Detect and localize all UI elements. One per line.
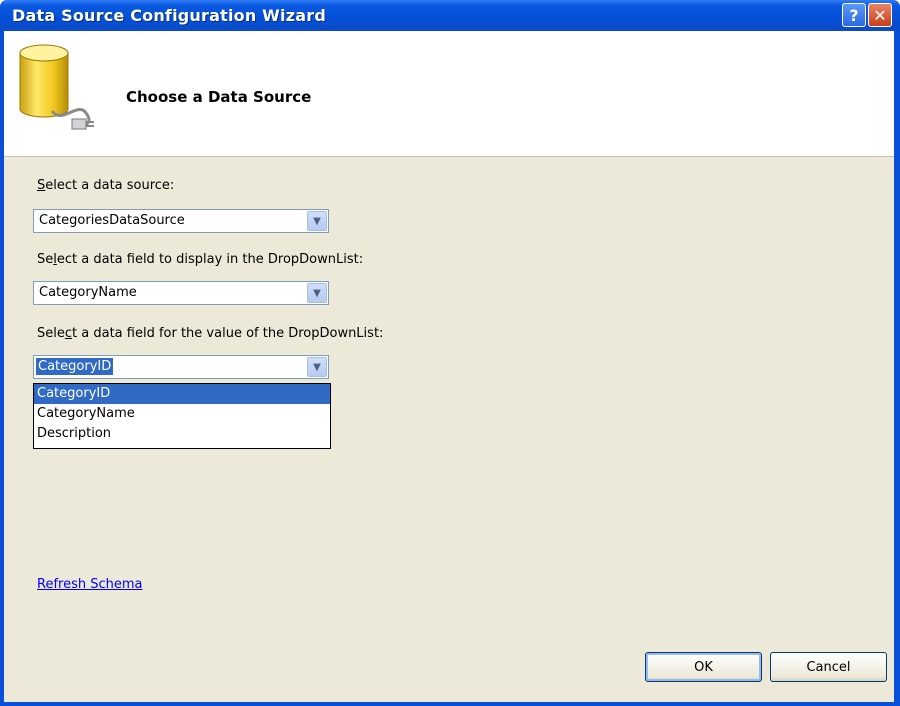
database-icon [19, 44, 94, 130]
question-mark-icon: ? [849, 5, 859, 25]
list-item[interactable]: Description [34, 424, 330, 444]
data-source-select[interactable]: CategoriesDataSource ▼ [33, 209, 329, 233]
data-source-label: Select a data source: [37, 178, 175, 193]
close-button[interactable]: ✕ [868, 3, 892, 27]
value-field-value: CategoryID [34, 357, 115, 376]
dialog-body: Choose a Data Source Select a data sourc… [4, 31, 894, 702]
display-field-label: Select a data field to display in the Dr… [37, 252, 364, 267]
value-field-label: Select a data field for the value of the… [37, 326, 384, 341]
display-field-select[interactable]: CategoryName ▼ [33, 281, 329, 305]
refresh-schema-link[interactable]: Refresh Schema [37, 577, 143, 592]
close-icon: ✕ [873, 5, 887, 25]
window-title: Data Source Configuration Wizard [12, 6, 326, 25]
help-button[interactable]: ? [842, 3, 866, 27]
cancel-button[interactable]: Cancel [770, 652, 887, 682]
title-bar[interactable]: Data Source Configuration Wizard ? ✕ [0, 0, 900, 31]
value-field-dropdown-list: CategoryID CategoryName Description [33, 383, 331, 449]
wizard-header: Choose a Data Source [4, 31, 894, 157]
list-item[interactable]: CategoryID [34, 384, 330, 404]
display-field-value: CategoryName [39, 285, 137, 300]
value-field-select[interactable]: CategoryID ▼ [33, 355, 329, 379]
page-title: Choose a Data Source [126, 88, 312, 106]
chevron-down-icon[interactable]: ▼ [307, 283, 327, 303]
ok-button[interactable]: OK [645, 652, 762, 682]
wizard-window: Data Source Configuration Wizard ? ✕ Cho… [0, 0, 900, 706]
data-source-value: CategoriesDataSource [39, 213, 185, 228]
chevron-down-icon[interactable]: ▼ [307, 357, 327, 377]
list-item[interactable]: CategoryName [34, 404, 330, 424]
chevron-down-icon[interactable]: ▼ [307, 211, 327, 231]
